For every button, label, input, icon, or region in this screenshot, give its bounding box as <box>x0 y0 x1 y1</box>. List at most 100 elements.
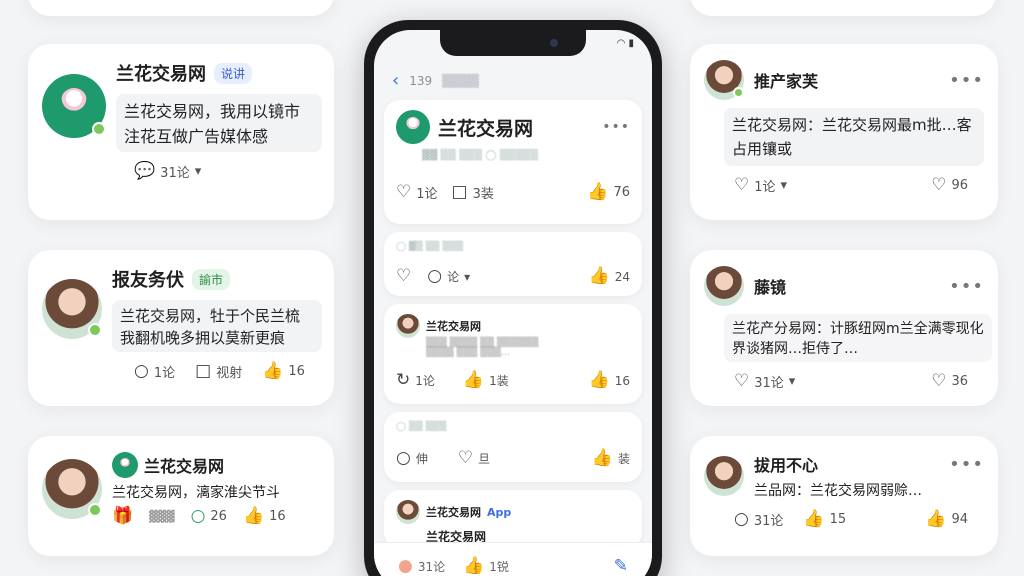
more-icon[interactable]: ••• <box>949 454 984 475</box>
like-icon: ♡ <box>931 175 947 195</box>
like-button[interactable]: ♡ 1论 <box>396 182 438 203</box>
comment-icon: ○ <box>396 448 411 468</box>
thumbs-up-icon: 👍 <box>925 509 947 529</box>
poster-name: 兰花交易网 <box>116 64 206 85</box>
phone-notch <box>440 30 586 56</box>
phone-bottom-bar: ● 31论 👍 1锐 ✎ <box>374 542 652 576</box>
post-text: 兰花交易网，漓家淮尖节斗 <box>112 485 280 501</box>
like-button[interactable]: 👍 16 <box>262 363 305 380</box>
like-button[interactable]: ♡ 36 <box>931 373 968 390</box>
heart-icon: ♡ <box>396 182 412 202</box>
post-card[interactable]: ◯ ▒▒ ▒▒▒ ○ 伸 ♡ 旦 👍 装 <box>384 412 642 482</box>
feed-card[interactable]: 藤镜 ••• 兰花产分易网：计豚纽网m兰全满零现化界谈猪网…拒侍了… ♡ 31论 ▾… <box>690 250 998 406</box>
online-dot <box>92 122 106 136</box>
phone-mockup: ◠ ▮ ‹ 139 ▒▒▒▒ 兰花交易网 ••• ▓▓ ▒▒ ▒▒▒ ◯ ▒▒▒… <box>364 20 662 576</box>
comment-button[interactable]: ♡ 31论 ▾ <box>734 371 796 392</box>
edit-icon[interactable]: ✎ <box>614 558 628 575</box>
topic-tag[interactable]: 说讲 <box>214 62 253 84</box>
post-text: 兰花交易网：兰花交易网最m批…客占用镶或 <box>724 108 984 166</box>
like-button[interactable]: 👍 16 <box>243 508 286 525</box>
chevron-down-icon: ▾ <box>464 269 471 284</box>
heart-icon: ♡ <box>396 266 412 286</box>
brand-avatar[interactable] <box>42 74 106 138</box>
heart-icon: ♡ <box>734 371 750 391</box>
comment-button[interactable]: ↻ 1论 <box>396 372 435 389</box>
comment-button[interactable]: ○ 31论 <box>734 509 783 530</box>
comment-button[interactable]: ● 31论 <box>398 558 445 575</box>
comment-button[interactable]: ○ 26 <box>191 508 227 525</box>
poster-name: 兰花交易网 <box>426 320 481 333</box>
gift-icon[interactable]: 🎁 <box>112 508 133 525</box>
post-text: 兰花交易网，牡于个民兰梳我翻机晚多拥以莫新更痕 <box>112 300 322 352</box>
chevron-down-icon: ▾ <box>780 178 788 193</box>
thumbs-up-button[interactable]: 👍 16 <box>589 372 630 389</box>
like-button[interactable]: ♡ 96 <box>931 177 968 194</box>
feed-card[interactable]: 推产家芙 ••• 兰花交易网：兰花交易网最m批…客占用镶或 ♡ 1论 ▾ ♡ 96 <box>690 44 998 220</box>
thumbs-up-icon: 👍 <box>588 266 610 286</box>
more-icon[interactable]: ••• <box>949 70 984 91</box>
back-icon[interactable]: ‹ <box>392 70 399 91</box>
chevron-down-icon: ▾ <box>788 374 796 389</box>
poster-name: 兰花交易网 <box>426 506 481 519</box>
feed-card[interactable]: 兰花交易网 兰花交易网，漓家淮尖节斗 🎁 ▓▓▓ ○ 26 👍 16 <box>28 436 334 556</box>
post-card[interactable]: ◯ ▓▒ ▒▒ ▒▒▒ ♡ ○ 论 ▾ 👍 24 <box>384 232 642 296</box>
like-button[interactable]: ♡ 1论 ▾ <box>734 176 788 196</box>
comment-button[interactable]: ○ 论 ▾ <box>427 268 470 285</box>
user-avatar[interactable] <box>704 456 744 496</box>
feed-card[interactable]: 报友务伏 諭市 兰花交易网，牡于个民兰梳我翻机晚多拥以莫新更痕 ○ 1论 □ 视射 … <box>28 250 334 406</box>
share-button[interactable]: 👍 1装 <box>463 372 509 389</box>
more-icon[interactable]: ••• <box>602 119 630 135</box>
message-icon: □ <box>195 361 212 381</box>
feed-card[interactable]: 兰花交易网 说讲 兰花交易网，我用以镜市注花互做广告媒体感 💬 31论 ▾ <box>28 44 334 220</box>
comment-icon: ○ <box>427 266 443 286</box>
comment-button[interactable]: 💬 31论 ▾ <box>134 162 201 182</box>
online-dot <box>88 323 102 337</box>
featured-post-card[interactable]: 兰花交易网 ••• ▓▓ ▒▒ ▒▒▒ ◯ ▒▒▒▒▒ ♡ 1论 □ 3装 👍 76 <box>384 100 642 224</box>
post-text: 兰花产分易网：计豚纽网m兰全满零现化界谈猪网…拒侍了… <box>724 314 992 362</box>
comment-icon: ○ <box>734 509 749 529</box>
like-icon: ♡ <box>931 371 947 391</box>
user-avatar[interactable] <box>396 500 420 524</box>
like-button[interactable]: 👍 94 <box>925 511 968 528</box>
feed-card-top-right-partial <box>690 0 996 16</box>
post-card[interactable]: 兰花交易网 App 兰花交易网 <box>384 490 642 548</box>
like-button[interactable]: ♡ 旦 <box>458 450 490 467</box>
marketing-collage: 兰花交易网 说讲 兰花交易网，我用以镜市注花互做广告媒体感 💬 31论 ▾ 报友务伏… <box>0 0 1024 576</box>
thumbs-up-icon: 👍 <box>803 509 825 529</box>
share-button[interactable]: 👍 15 <box>803 511 846 528</box>
post-card[interactable]: 兰花交易网 ▒▒▒ ▒▒▒▒ ▒▒ ▒▒▒▒▒▒ ▒▒▒▒ ▒▒▒ ▒▒▒… ↻ 1… <box>384 304 642 404</box>
user-avatar[interactable] <box>704 60 744 100</box>
poster-name: 藤镜 <box>754 278 787 297</box>
poster-name: 兰花交易网 <box>144 457 225 476</box>
thumbs-up-button[interactable]: 👍 24 <box>589 268 630 285</box>
thumbs-up-icon: 👍 <box>463 556 485 576</box>
user-avatar[interactable] <box>42 279 102 339</box>
comment-icon: ○ <box>190 506 206 526</box>
thumbs-up-icon: 👍 <box>588 370 610 390</box>
thumbs-up-icon: 👍 <box>587 182 609 202</box>
thumbs-up-button[interactable]: 👍 76 <box>587 184 630 201</box>
like-button[interactable]: ♡ <box>396 268 411 285</box>
user-avatar[interactable] <box>42 458 102 519</box>
more-icon[interactable]: ••• <box>949 276 984 297</box>
thumbs-up-icon: 👍 <box>242 506 265 526</box>
thumbs-up-icon: 👍 <box>462 370 485 390</box>
post-text: 兰花交易网，我用以镜市注花互做广告媒体感 <box>116 94 322 152</box>
brand-logo-icon <box>112 452 138 478</box>
comment-icon: ○ <box>134 361 149 381</box>
app-badge: App <box>487 505 512 519</box>
comment-button[interactable]: ○ 1论 <box>134 361 175 382</box>
user-avatar[interactable] <box>396 314 420 338</box>
brand-avatar[interactable] <box>396 110 430 144</box>
poster-name: 兰花交易网 <box>438 117 534 140</box>
share-button[interactable]: □ 视射 <box>195 361 242 382</box>
thumbs-up-button[interactable]: 👍 装 <box>592 450 630 467</box>
comment-icon: □ <box>451 182 468 202</box>
comment-button[interactable]: ○ 伸 <box>396 450 428 467</box>
like-button[interactable]: 👍 1锐 <box>463 558 509 575</box>
feed-card[interactable]: 拔用不心 ••• 兰品网：兰花交易网弱赊… ○ 31论 👍 15 👍 94 <box>690 436 998 556</box>
topic-tag[interactable]: 諭市 <box>192 268 231 290</box>
user-avatar[interactable] <box>704 266 744 306</box>
comment-button[interactable]: □ 3装 <box>451 182 494 203</box>
top-number: 139 <box>409 73 433 88</box>
